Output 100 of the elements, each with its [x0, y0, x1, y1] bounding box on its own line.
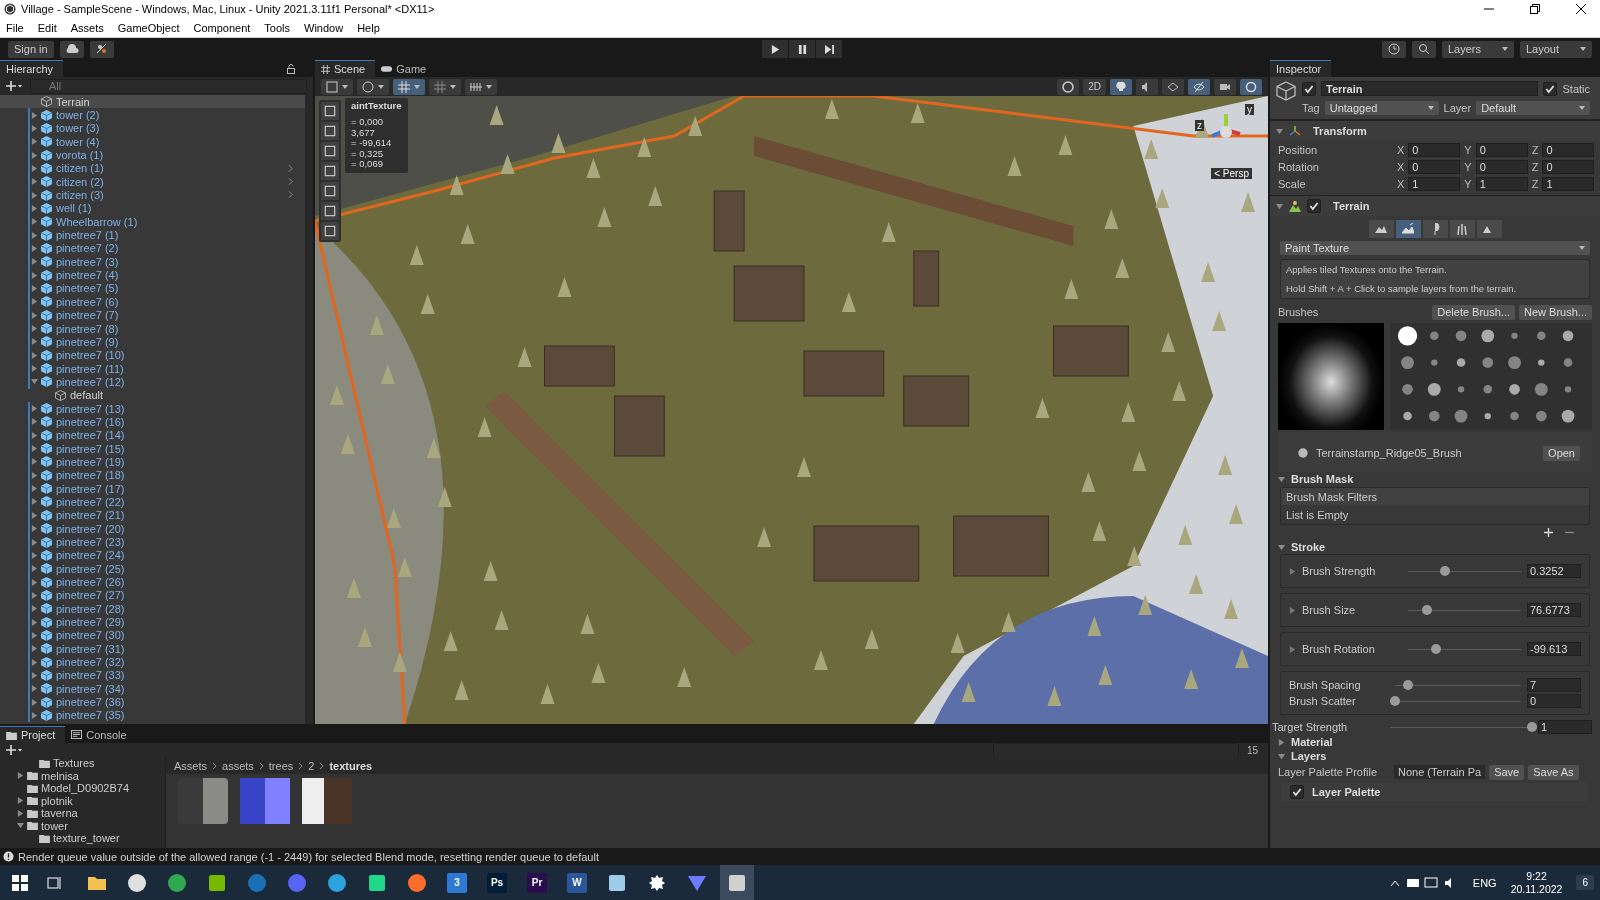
- number-field[interactable]: 0: [1408, 143, 1461, 157]
- hierarchy-row[interactable]: Terrain: [0, 95, 305, 109]
- clock[interactable]: 9:22 20.11.2022: [1510, 869, 1563, 896]
- menu-item[interactable]: File: [6, 21, 24, 34]
- view-tab[interactable]: Game: [375, 60, 437, 77]
- hierarchy-row[interactable]: vorota (1): [0, 148, 305, 162]
- menu-item[interactable]: GameObject: [117, 21, 180, 34]
- tag-dropdown[interactable]: Untagged: [1324, 100, 1439, 115]
- hierarchy-row[interactable]: pinetree7 (8): [0, 321, 305, 336]
- breadcrumb-link[interactable]: trees: [268, 759, 294, 772]
- hierarchy-row[interactable]: pinetree7 (30): [0, 628, 305, 643]
- breadcrumb-link[interactable]: assets: [222, 759, 254, 772]
- menu-item[interactable]: Component: [193, 21, 251, 34]
- breadcrumb-link[interactable]: Assets: [174, 759, 207, 772]
- taskbar-app[interactable]: W: [560, 865, 594, 900]
- menu-item[interactable]: Tools: [264, 21, 291, 34]
- hierarchy-row[interactable]: pinetree7 (23): [0, 535, 305, 549]
- sign-in-button[interactable]: Sign in: [8, 40, 54, 58]
- hierarchy-row[interactable]: citizen (3): [0, 188, 305, 202]
- hierarchy-row[interactable]: pinetree7 (24): [0, 548, 305, 563]
- hierarchy-row[interactable]: pinetree7 (14): [0, 428, 305, 442]
- brush-button[interactable]: Delete Brush...: [1432, 304, 1516, 320]
- number-field[interactable]: 0: [1475, 143, 1528, 157]
- folder-name[interactable]: taverna: [41, 807, 78, 820]
- number-field[interactable]: 0.3252: [1527, 564, 1581, 578]
- layers-dropdown[interactable]: Layers: [1442, 40, 1514, 58]
- number-field[interactable]: 1: [1475, 177, 1528, 191]
- hierarchy-row[interactable]: pinetree7 (9): [0, 335, 305, 349]
- hierarchy-row[interactable]: pinetree7 (19): [0, 455, 305, 469]
- folder-name[interactable]: Textures: [53, 757, 95, 770]
- hierarchy-row[interactable]: tower (3): [0, 121, 305, 136]
- number-field[interactable]: 0: [1475, 160, 1528, 174]
- number-field[interactable]: -99.613: [1527, 642, 1581, 656]
- hierarchy-row[interactable]: pinetree7 (36): [0, 695, 305, 709]
- hierarchy-row[interactable]: pinetree7 (21): [0, 508, 305, 522]
- hierarchy-row[interactable]: pinetree7 (12): [0, 375, 305, 389]
- projection-label[interactable]: < Persp: [1211, 168, 1252, 179]
- mode-dropdown[interactable]: Paint Texture: [1280, 241, 1590, 255]
- hierarchy-row[interactable]: pinetree7 (29): [0, 615, 305, 629]
- number-field[interactable]: 1: [1542, 177, 1595, 191]
- hierarchy-row[interactable]: pinetree7 (7): [0, 308, 305, 322]
- breadcrumb-link[interactable]: 2: [308, 759, 315, 772]
- inspector-tab[interactable]: Inspector: [1270, 60, 1332, 77]
- folder-name[interactable]: texture_tower: [53, 832, 120, 845]
- name-field[interactable]: Terrain: [1321, 81, 1539, 96]
- taskbar-app[interactable]: Pr: [520, 865, 554, 900]
- number-field[interactable]: 0: [1527, 694, 1581, 708]
- hidden-count[interactable]: 15: [1246, 744, 1262, 756]
- hierarchy-row[interactable]: default: [0, 388, 305, 402]
- dimension-toggle-button[interactable]: 2D: [1083, 78, 1106, 95]
- view-tab[interactable]: Scene: [315, 60, 376, 77]
- notification-button[interactable]: 6: [1576, 875, 1594, 890]
- number-field[interactable]: 0: [1408, 160, 1461, 174]
- hierarchy-row[interactable]: pinetree7 (20): [0, 522, 305, 536]
- hierarchy-row[interactable]: pinetree7 (27): [0, 588, 305, 603]
- open-button[interactable]: Open: [1543, 445, 1580, 461]
- hierarchy-row[interactable]: pinetree7 (10): [0, 348, 305, 362]
- hierarchy-row[interactable]: pinetree7 (33): [0, 668, 305, 683]
- number-field[interactable]: 0: [1542, 143, 1595, 157]
- hierarchy-row[interactable]: pinetree7 (11): [0, 361, 305, 376]
- hierarchy-row[interactable]: tower (4): [0, 135, 305, 149]
- hierarchy-row[interactable]: pinetree7 (26): [0, 575, 305, 589]
- panel-tab[interactable]: Project: [0, 726, 66, 743]
- hierarchy-row[interactable]: citizen (1): [0, 161, 305, 176]
- number-field[interactable]: 1: [1538, 720, 1592, 734]
- brush-button[interactable]: New Brush...: [1519, 304, 1592, 320]
- breadcrumb-link[interactable]: textures: [329, 759, 373, 772]
- object-field[interactable]: None (Terrain Pa: [1394, 765, 1486, 779]
- save-button[interactable]: Save: [1489, 764, 1525, 780]
- search-field[interactable]: All: [30, 78, 307, 94]
- number-field[interactable]: 76.6773: [1527, 603, 1581, 617]
- panel-tab[interactable]: Console: [65, 726, 137, 743]
- menu-item[interactable]: Edit: [37, 21, 57, 34]
- menu-item[interactable]: Window: [304, 21, 344, 34]
- hierarchy-row[interactable]: pinetree7 (6): [0, 295, 305, 309]
- hierarchy-row[interactable]: pinetree7 (34): [0, 682, 305, 696]
- hierarchy-row[interactable]: pinetree7 (16): [0, 415, 305, 429]
- folder-name[interactable]: plotnik: [41, 794, 73, 807]
- hierarchy-row[interactable]: pinetree7 (15): [0, 441, 305, 456]
- hierarchy-row[interactable]: pinetree7 (17): [0, 481, 305, 496]
- status-message[interactable]: Render queue value outside of the allowed range (-1 - 2449) for selected Blend mode, resetting render queue to default: [18, 850, 599, 863]
- hierarchy-row[interactable]: pinetree7 (18): [0, 468, 305, 482]
- folder-name[interactable]: tower: [41, 819, 68, 832]
- menu-item[interactable]: Assets: [70, 21, 104, 34]
- folder-name[interactable]: Model_D0902B74: [41, 782, 130, 795]
- hierarchy-row[interactable]: pinetree7 (13): [0, 401, 305, 416]
- layout-dropdown[interactable]: Layout: [1520, 40, 1592, 58]
- hierarchy-row[interactable]: pinetree7 (5): [0, 281, 305, 296]
- save-as-button[interactable]: Save As: [1528, 764, 1579, 780]
- hierarchy-row[interactable]: pinetree7 (28): [0, 602, 305, 616]
- hierarchy-row[interactable]: pinetree7 (32): [0, 655, 305, 669]
- hierarchy-row[interactable]: pinetree7 (1): [0, 228, 305, 242]
- taskbar-app[interactable]: 3: [440, 865, 474, 900]
- number-field[interactable]: 7: [1527, 678, 1581, 692]
- taskbar-app[interactable]: Ps: [480, 865, 514, 900]
- hierarchy-row[interactable]: well (1): [0, 201, 305, 216]
- hierarchy-row[interactable]: tower (2): [0, 108, 305, 122]
- hierarchy-row[interactable]: pinetree7 (35): [0, 708, 305, 723]
- hierarchy-row[interactable]: pinetree7 (2): [0, 241, 305, 256]
- number-field[interactable]: 1: [1408, 177, 1461, 191]
